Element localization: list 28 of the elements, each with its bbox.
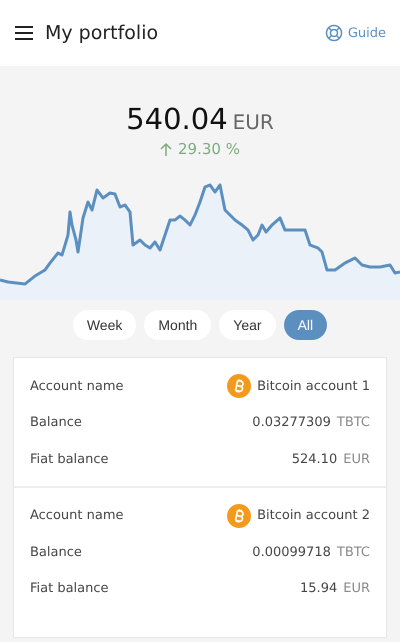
change-percent: 29.30 % bbox=[178, 140, 240, 158]
field-label: Balance bbox=[30, 415, 82, 430]
unit-label: TBTC bbox=[336, 415, 370, 430]
account-name: Bitcoin account 1 bbox=[257, 378, 370, 394]
field-label: Account name bbox=[30, 508, 124, 524]
unit-label: EUR bbox=[343, 581, 370, 596]
currency-label: EUR bbox=[232, 110, 274, 134]
amount-value: 0.00099718 bbox=[252, 544, 331, 560]
portfolio-value: 540.04 bbox=[126, 102, 228, 136]
amount-value: 0.03277309 bbox=[252, 415, 331, 430]
amount-value: 524.10 bbox=[292, 452, 338, 467]
lifebuoy-icon bbox=[324, 24, 343, 42]
unit-label: TBTC bbox=[336, 544, 370, 560]
field-label: Fiat balance bbox=[30, 581, 109, 596]
up-arrow-icon bbox=[160, 142, 172, 156]
bitcoin-icon bbox=[227, 374, 252, 398]
page-title: My portfolio bbox=[45, 22, 160, 44]
period-tab[interactable]: Year bbox=[219, 310, 276, 340]
field-label: Balance bbox=[30, 544, 82, 560]
field-label: Fiat balance bbox=[30, 452, 109, 467]
period-tab[interactable]: Month bbox=[144, 310, 212, 340]
menu-icon[interactable] bbox=[15, 26, 33, 40]
period-tab[interactable]: Week bbox=[72, 310, 136, 340]
amount-value: 15.94 bbox=[300, 581, 338, 596]
account-name: Bitcoin account 2 bbox=[257, 508, 370, 524]
field-label: Account name bbox=[30, 378, 124, 394]
unit-label: EUR bbox=[343, 452, 370, 467]
bitcoin-icon bbox=[227, 504, 252, 528]
